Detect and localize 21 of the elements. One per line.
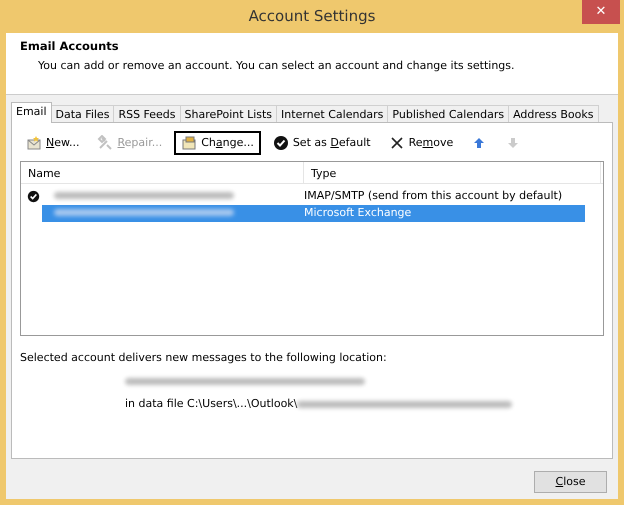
window-title: Account Settings (248, 6, 376, 28)
section-title: Email Accounts (20, 38, 120, 55)
data-file-path: in data file C:\Users\...\Outlook\ (125, 396, 298, 412)
section-description: You can add or remove an account. You can select an account and change its settings. (38, 58, 516, 74)
x-icon (388, 135, 405, 151)
account-type: Microsoft Exchange (304, 205, 412, 222)
default-button[interactable]: Set as Default (266, 132, 377, 154)
tab[interactable]: Address Books (508, 105, 598, 123)
check-circle-icon (272, 135, 289, 151)
column-header: Type (304, 162, 601, 183)
tools-icon (97, 135, 114, 151)
tab[interactable]: Email (11, 102, 52, 123)
account-row[interactable]: IMAP/SMTP (send from this account by default) (42, 188, 585, 205)
location-text: Selected account delivers new messages to the following location: (20, 350, 388, 366)
column-header: Name (21, 162, 304, 183)
close-button[interactable]: ✕ (582, 0, 620, 24)
remove-button[interactable]: Remove (382, 132, 460, 154)
change-button[interactable]: Change... (174, 130, 261, 156)
new-button[interactable]: New... (20, 132, 86, 154)
close-button[interactable]: Close (534, 471, 607, 493)
account-type: IMAP/SMTP (send from this account by default) (304, 188, 562, 204)
